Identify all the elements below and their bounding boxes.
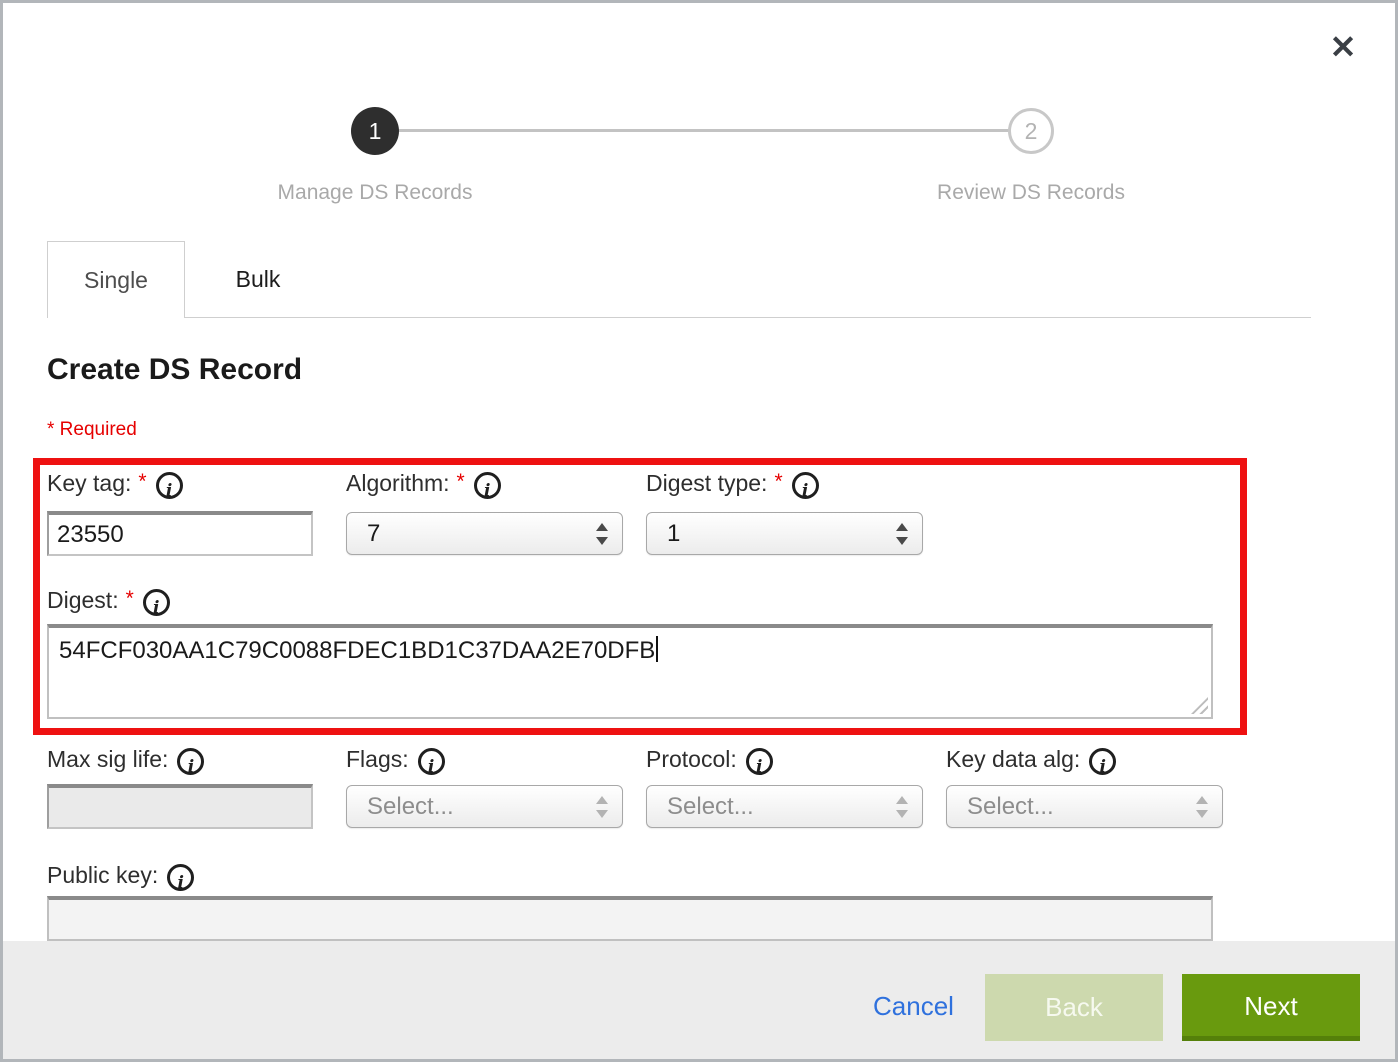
select-arrows-icon <box>896 795 908 819</box>
max-sig-life-input[interactable] <box>47 784 313 829</box>
cancel-button[interactable]: Cancel <box>873 991 954 1022</box>
protocol-selected-value: Select... <box>667 786 754 827</box>
info-icon[interactable]: i <box>418 748 445 775</box>
create-ds-record-dialog: ✕ 1 2 Manage DS Records Review DS Record… <box>0 0 1398 1062</box>
algorithm-label: Algorithm: * i <box>346 470 501 500</box>
digest-label-text: Digest: <box>47 587 119 613</box>
digest-type-selected-value: 1 <box>667 513 680 554</box>
key-tag-input[interactable] <box>47 511 313 556</box>
close-icon[interactable]: ✕ <box>1321 25 1365 69</box>
key-data-alg-label: Key data alg: i <box>946 746 1116 776</box>
digest-label: Digest: * i <box>47 587 170 617</box>
select-arrows-icon <box>1196 795 1208 819</box>
step-1-label: Manage DS Records <box>215 181 535 205</box>
key-data-alg-select[interactable]: Select... <box>946 785 1223 828</box>
resize-handle-icon[interactable] <box>1191 697 1208 714</box>
info-icon[interactable]: i <box>1089 748 1116 775</box>
required-asterisk: * <box>457 470 465 493</box>
back-button[interactable]: Back <box>985 974 1163 1041</box>
next-button[interactable]: Next <box>1182 974 1360 1041</box>
digest-value: 54FCF030AA1C79C0088FDEC1BD1C37DAA2E70DFB <box>59 637 655 664</box>
step-2-label: Review DS Records <box>871 181 1191 205</box>
tab-single[interactable]: Single <box>47 241 185 318</box>
required-asterisk: * <box>774 470 782 493</box>
public-key-label-text: Public key: <box>47 862 158 888</box>
max-sig-life-label: Max sig life: i <box>47 746 204 776</box>
required-note: * Required <box>47 419 137 441</box>
digest-type-label-text: Digest type: <box>646 470 767 496</box>
digest-textarea[interactable]: 54FCF030AA1C79C0088FDEC1BD1C37DAA2E70DFB <box>47 624 1213 719</box>
step-2-circle: 2 <box>1008 108 1054 154</box>
flags-selected-value: Select... <box>367 786 454 827</box>
public-key-label: Public key: i <box>47 862 194 892</box>
flags-label: Flags: i <box>346 746 445 776</box>
protocol-label: Protocol: i <box>646 746 773 776</box>
select-arrows-icon <box>596 795 608 819</box>
info-icon[interactable]: i <box>792 472 819 499</box>
info-icon[interactable]: i <box>167 864 194 891</box>
step-1-circle: 1 <box>351 107 399 155</box>
protocol-label-text: Protocol: <box>646 746 737 772</box>
stepper-connector-line <box>399 129 1009 132</box>
key-data-alg-label-text: Key data alg: <box>946 746 1080 772</box>
digest-type-label: Digest type: * i <box>646 470 819 500</box>
flags-label-text: Flags: <box>346 746 409 772</box>
text-cursor <box>656 636 658 662</box>
select-arrows-icon <box>596 522 608 546</box>
page-title: Create DS Record <box>47 353 302 387</box>
public-key-textarea[interactable] <box>47 896 1213 941</box>
algorithm-label-text: Algorithm: <box>346 470 450 496</box>
protocol-select[interactable]: Select... <box>646 785 923 828</box>
key-data-alg-selected-value: Select... <box>967 786 1054 827</box>
key-tag-label-text: Key tag: <box>47 470 131 496</box>
select-arrows-icon <box>896 522 908 546</box>
info-icon[interactable]: i <box>177 748 204 775</box>
info-icon[interactable]: i <box>156 472 183 499</box>
info-icon[interactable]: i <box>143 589 170 616</box>
algorithm-selected-value: 7 <box>367 513 380 554</box>
key-tag-label: Key tag: * i <box>47 470 183 500</box>
required-asterisk: * <box>126 587 134 610</box>
digest-type-select[interactable]: 1 <box>646 512 923 555</box>
flags-select[interactable]: Select... <box>346 785 623 828</box>
tab-bulk[interactable]: Bulk <box>186 241 330 318</box>
max-sig-life-label-text: Max sig life: <box>47 746 168 772</box>
info-icon[interactable]: i <box>474 472 501 499</box>
info-icon[interactable]: i <box>746 748 773 775</box>
required-asterisk: * <box>138 470 146 493</box>
algorithm-select[interactable]: 7 <box>346 512 623 555</box>
